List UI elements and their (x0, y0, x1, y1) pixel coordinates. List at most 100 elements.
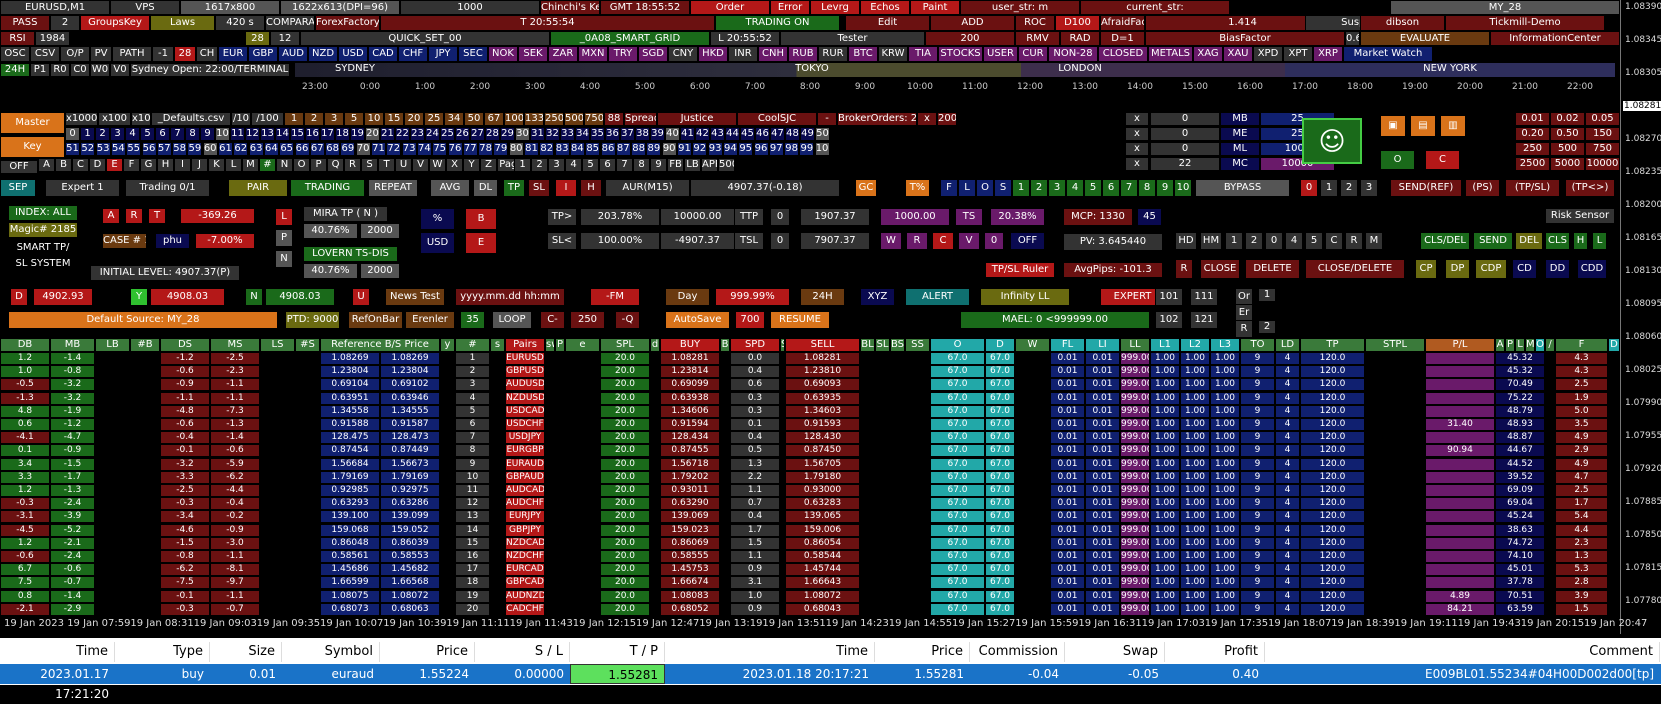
currency-tab-cny[interactable]: CNY (668, 46, 698, 62)
currency-tab-rub[interactable]: RUB (788, 46, 818, 62)
top3-item-9[interactable]: RMV (1015, 31, 1060, 46)
top3-item-7[interactable]: Tester (780, 31, 925, 46)
ctrl-trading[interactable]: Trading 0/1 (125, 179, 210, 197)
grid-head-26[interactable]: - (817, 112, 837, 126)
grid-head-23[interactable]: Spread (624, 112, 657, 126)
ctrl-n2[interactable]: 2 (1340, 179, 1358, 197)
letter-lb[interactable]: LB (684, 158, 701, 172)
num-14[interactable]: 14 (275, 127, 290, 141)
currency-tab-rur[interactable]: RUR (818, 46, 848, 62)
currency-tab-jpy[interactable]: JPY (428, 46, 458, 62)
panel-cdd[interactable]: CDD (1577, 259, 1607, 279)
panel-index[interactable]: INDEX: ALL (8, 205, 78, 221)
num-57[interactable]: 57 (156, 142, 172, 156)
panel-tslv[interactable]: 0 (770, 232, 790, 250)
ctrl-aur[interactable]: AUR(M15) (605, 179, 690, 197)
panel-mcp[interactable]: MCP: 1330 (1063, 208, 1133, 226)
num-27[interactable]: 27 (470, 127, 485, 141)
ctrl-gc[interactable]: GC (855, 179, 877, 197)
rows-n102[interactable]: 102 (1155, 311, 1183, 329)
num-5[interactable]: 5 (140, 127, 155, 141)
ctrl-sendref[interactable]: SEND(REF) (1390, 179, 1462, 197)
journal-col-size[interactable]: Size (210, 642, 282, 662)
top3-item-2[interactable]: 28 (245, 31, 270, 46)
letter-x[interactable]: X (446, 158, 463, 172)
letter-500[interactable]: 500 (718, 158, 735, 172)
num-26[interactable]: 26 (455, 127, 470, 141)
ctrl-sl[interactable]: SL (528, 179, 550, 197)
col-header-p[interactable]: P (1505, 338, 1515, 352)
ctrl-ps[interactable]: (PS) (1465, 179, 1500, 197)
o-button[interactable]: O (1380, 150, 1415, 170)
num-63[interactable]: 63 (248, 142, 264, 156)
panel-cdp[interactable]: CDP (1475, 259, 1507, 279)
letter-#[interactable]: # (259, 158, 276, 172)
cell-r2-c7[interactable]: AUDUSD (505, 378, 545, 392)
num-16[interactable]: 16 (305, 127, 320, 141)
lot-1[interactable]: 0.02 (1550, 112, 1585, 126)
letter-p[interactable]: P (310, 158, 327, 172)
panel-smart[interactable]: SMART TP/ (8, 240, 78, 256)
num-45[interactable]: 45 (740, 127, 755, 141)
off-button[interactable]: OFF (0, 160, 38, 174)
top3-item-10[interactable]: RAD (1060, 31, 1100, 46)
panel-t[interactable]: T (148, 208, 166, 224)
col-header-stpl[interactable]: STPL (1365, 338, 1425, 352)
col-header-_s[interactable]: #S (295, 338, 320, 352)
panel-case[interactable]: CASE # 1 (102, 233, 147, 249)
rows-ptd[interactable]: PTD: 9000 (285, 311, 340, 329)
grid-head-2[interactable]: x10 (131, 112, 151, 126)
num-28[interactable]: 28 (485, 127, 500, 141)
num-55[interactable]: 55 (126, 142, 142, 156)
panel-cls[interactable]: CLS (1545, 232, 1570, 250)
num-19[interactable]: 19 (350, 127, 365, 141)
cell-r0-c7[interactable]: EURUSD (505, 352, 545, 365)
panel-ttpv[interactable]: 0 (770, 208, 790, 226)
panel-pv[interactable]: PV: 3.645440 (1063, 233, 1163, 251)
top2-item-12[interactable]: D100 (1055, 15, 1100, 31)
currency-tab-cnh[interactable]: CNH (758, 46, 788, 62)
num-46[interactable]: 46 (755, 127, 770, 141)
num-82[interactable]: 82 (539, 142, 555, 156)
num-70[interactable]: 70 (355, 142, 371, 156)
num-80[interactable]: 80 (508, 142, 524, 156)
cell-r13-c7[interactable]: GBPJPY (505, 523, 545, 537)
panel-btn-3[interactable]: 4 (1285, 232, 1303, 250)
letter-t[interactable]: T (378, 158, 395, 172)
num-18[interactable]: 18 (335, 127, 350, 141)
currency-tab-closed[interactable]: CLOSED (1098, 46, 1148, 62)
col-header-ss[interactable]: SS (905, 338, 930, 352)
num-22[interactable]: 22 (395, 127, 410, 141)
num-34[interactable]: 34 (575, 127, 590, 141)
letter-g[interactable]: G (140, 158, 157, 172)
panel-hh[interactable]: H (1573, 232, 1588, 250)
session-5[interactable]: V0 (110, 63, 130, 77)
num-75[interactable]: 75 (432, 142, 448, 156)
ctrl-zero[interactable]: 0 (1300, 179, 1318, 197)
flos-1[interactable]: 1 (1012, 179, 1030, 197)
key-button[interactable]: Key (0, 136, 65, 158)
cell-r11-c7[interactable]: AUDCHF (505, 497, 545, 511)
num-88[interactable]: 88 (631, 142, 647, 156)
rows-autosave[interactable]: AutoSave (665, 311, 730, 329)
currency-tab-xag[interactable]: XAG (1193, 46, 1223, 62)
top-item-7[interactable]: Order (690, 0, 770, 15)
panel-b[interactable]: B (465, 208, 497, 230)
num-85[interactable]: 85 (585, 142, 601, 156)
col-header-d[interactable]: D (1608, 338, 1620, 352)
num-51[interactable]: 51 (65, 142, 80, 156)
num-3[interactable]: 3 (110, 127, 125, 141)
currency-tab-nzd[interactable]: NZD (308, 46, 338, 62)
ctrl-tplt[interactable]: (TP<>) (1565, 179, 1615, 197)
ctrl-sep[interactable]: SEP (0, 179, 36, 197)
ctrl-repeat[interactable]: REPEAT (368, 179, 418, 197)
cell-r4-c7[interactable]: USDCAD (505, 404, 545, 418)
grid-head-29[interactable]: 200 (937, 112, 957, 126)
lot-6[interactable]: 150 (1585, 127, 1620, 141)
cell-r16-c7[interactable]: EURCAD (505, 563, 545, 577)
panel-l[interactable]: L (275, 208, 293, 226)
letter-4[interactable]: 4 (565, 158, 582, 172)
col-header-l[interactable]: L (1515, 338, 1525, 352)
num-11[interactable]: 11 (230, 127, 245, 141)
col-header-ll[interactable]: LL (1120, 338, 1150, 352)
